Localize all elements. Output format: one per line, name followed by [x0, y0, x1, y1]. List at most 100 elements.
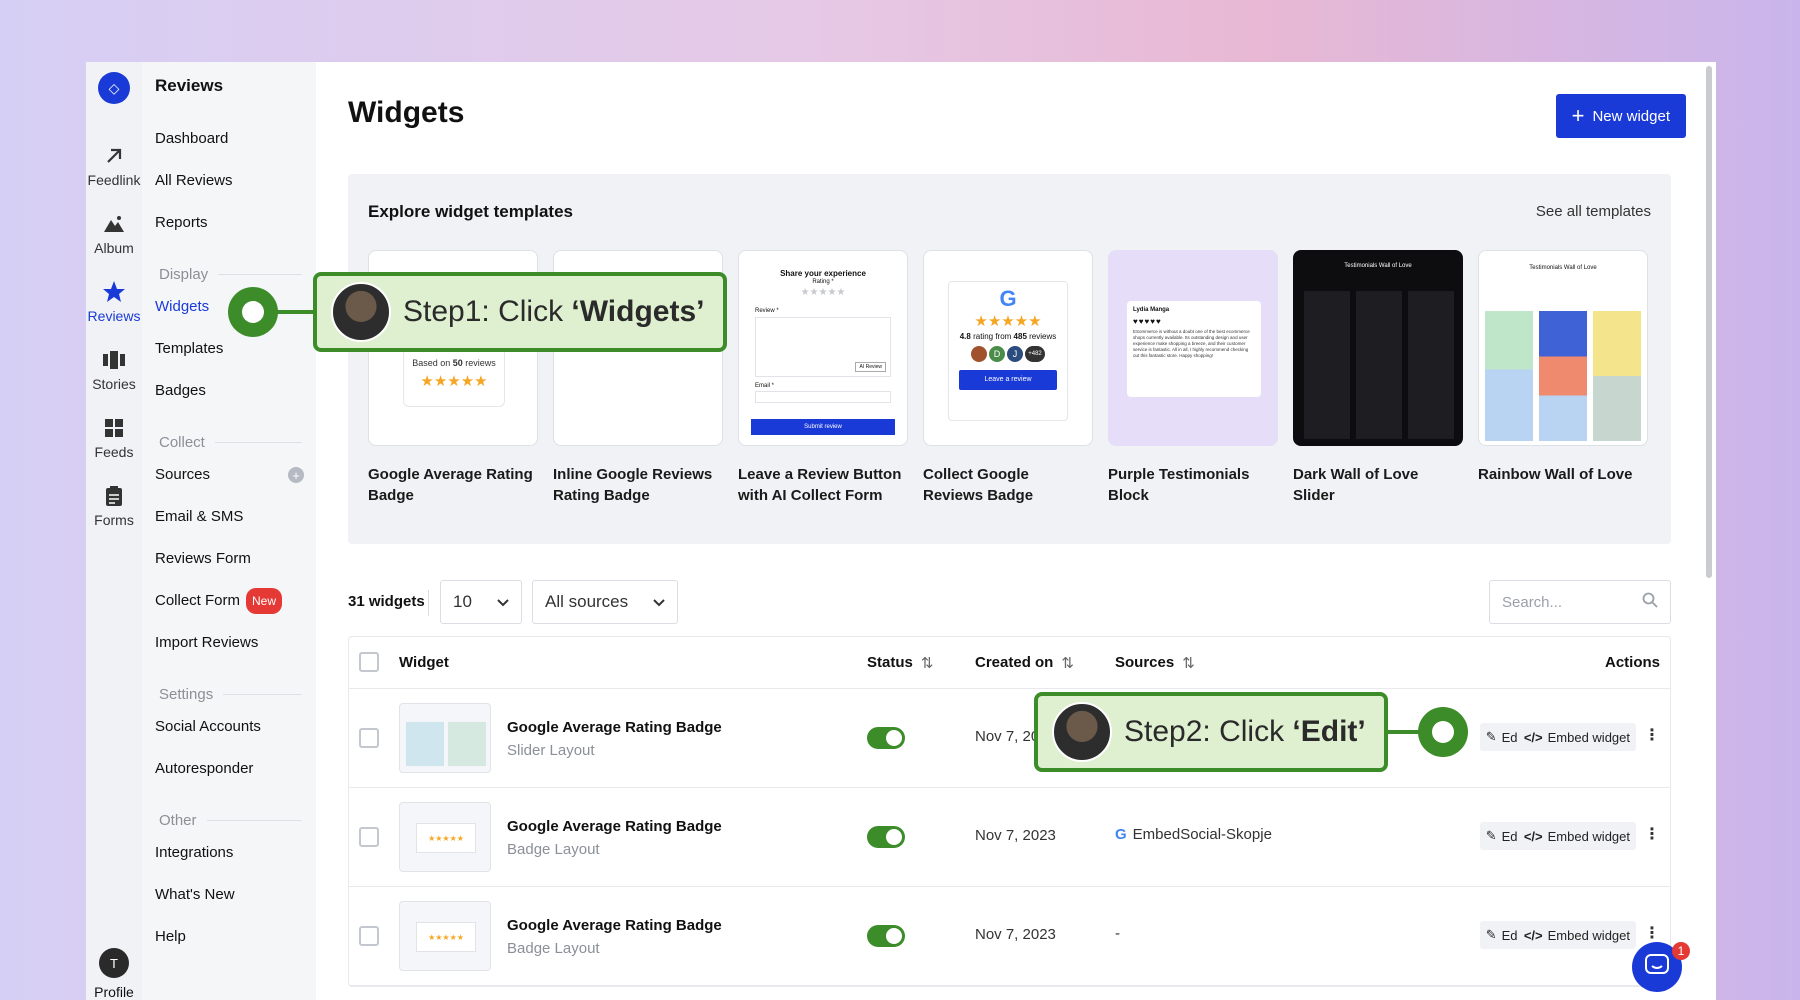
template-card-collect-google[interactable]: G ★★★★★ 4.8 rating from 485 reviews D J …	[923, 250, 1093, 506]
column-sources[interactable]: Sources ⇅	[1115, 654, 1195, 672]
sidebar-item-templates[interactable]: Templates	[142, 328, 316, 370]
embed-widget-button[interactable]: </> Embed widget	[1517, 822, 1636, 850]
template-card-dark-wall[interactable]: Testimonials Wall of Love Dark Wall of L…	[1293, 250, 1463, 506]
template-card-purple-testimonials[interactable]: Lydia Manga ♥♥♥♥♥ ESommerce is without a…	[1108, 250, 1278, 506]
mountain-icon	[102, 212, 126, 236]
new-widget-label: New widget	[1592, 107, 1670, 125]
wall-grid-preview	[1304, 291, 1454, 439]
rail-item-feedlink[interactable]: Feedlink	[88, 144, 140, 188]
per-page-select[interactable]: 10	[440, 580, 522, 624]
sources-filter-select[interactable]: All sources	[532, 580, 678, 624]
ai-review-chip: AI Review	[855, 362, 886, 372]
new-badge: New	[246, 588, 283, 614]
sidebar-item-badges[interactable]: Badges	[142, 370, 316, 412]
widgets-toolbar: 31 widgets 10 All sources Search...	[348, 580, 1671, 624]
sidebar-item-integrations[interactable]: Integrations	[142, 832, 316, 874]
avatar-stack: D J +482	[949, 346, 1067, 362]
template-thumbnail: Lydia Manga ♥♥♥♥♥ ESommerce is without a…	[1108, 250, 1278, 446]
created-date: Nov 7, 2023	[975, 926, 1056, 943]
sidebar-item-email-sms[interactable]: Email & SMS	[142, 496, 316, 538]
rail-item-album[interactable]: Album	[94, 212, 134, 256]
rail-item-forms[interactable]: Forms	[94, 484, 134, 528]
add-source-icon[interactable]: +	[288, 467, 304, 483]
sidebar-item-help[interactable]: Help	[142, 916, 316, 958]
sidebar-item-collect-form[interactable]: Collect Form New	[142, 580, 316, 622]
template-card-leave-review[interactable]: Share your experience Rating * ★★★★★ Rev…	[738, 250, 908, 506]
code-icon: </>	[1523, 828, 1543, 844]
template-name: Collect Google Reviews Badge	[923, 466, 1034, 504]
sidebar-item-autoresponder[interactable]: Autoresponder	[142, 748, 316, 790]
widget-thumbnail: ★★★★★	[399, 901, 491, 971]
presenter-avatar	[331, 282, 391, 342]
profile-label: Profile	[94, 984, 134, 1000]
code-icon: </>	[1523, 729, 1543, 745]
clipboard-icon	[102, 484, 126, 508]
rail-item-reviews[interactable]: Reviews	[88, 280, 140, 324]
row-checkbox[interactable]	[359, 926, 379, 946]
rating-badge-preview: Based on 50 reviews ★★★★★	[403, 347, 505, 407]
embed-widget-button[interactable]: </> Embed widget	[1517, 723, 1636, 751]
widget-name[interactable]: Google Average Rating Badge	[507, 719, 722, 736]
row-checkbox[interactable]	[359, 728, 379, 748]
rail-label-stories: Stories	[92, 376, 136, 392]
select-all-checkbox[interactable]	[359, 652, 379, 672]
row-checkbox[interactable]	[359, 827, 379, 847]
stars-icon: ★★★★★	[420, 373, 488, 390]
sidebar-item-all-reviews[interactable]: All Reviews	[142, 160, 316, 202]
status-toggle[interactable]	[867, 826, 905, 848]
form-preview-textarea: AI Review	[755, 317, 891, 377]
source-name: EmbedSocial-Skopje	[1132, 826, 1272, 843]
new-widget-button[interactable]: + New widget	[1555, 94, 1686, 138]
page-scrollbar[interactable]	[1706, 66, 1712, 578]
sidebar-item-sources[interactable]: Sources +	[142, 454, 316, 496]
template-name: Leave a Review Button with AI Collect Fo…	[738, 466, 902, 504]
search-placeholder: Search...	[1502, 593, 1563, 611]
sidebar-item-reports[interactable]: Reports	[142, 202, 316, 244]
presenter-avatar	[1052, 702, 1112, 762]
more-options-icon[interactable]: ⋮	[1644, 824, 1660, 844]
main-content: Widgets + New widget Explore widget temp…	[316, 62, 1716, 1000]
sidebar-item-reviews-form[interactable]: Reviews Form	[142, 538, 316, 580]
status-toggle[interactable]	[867, 727, 905, 749]
widget-name[interactable]: Google Average Rating Badge	[507, 917, 722, 934]
column-status[interactable]: Status ⇅	[867, 654, 933, 672]
table-header: Widget Status ⇅ Created on ⇅ Sources ⇅ Acti…	[349, 637, 1670, 689]
rail-item-feeds[interactable]: Feeds	[95, 416, 133, 460]
sidebar-item-whats-new[interactable]: What's New	[142, 874, 316, 916]
column-created[interactable]: Created on ⇅	[975, 654, 1074, 672]
table-row: ★★★★★ Google Average Rating Badge Badge …	[349, 887, 1670, 986]
icon-rail: ◇ Feedlink Album Reviews Stories Feeds F…	[86, 62, 142, 1000]
rail-item-stories[interactable]: Stories	[92, 348, 136, 392]
more-options-icon[interactable]: ⋮	[1644, 725, 1660, 745]
nav-section-display: Display	[142, 262, 316, 286]
status-toggle[interactable]	[867, 925, 905, 947]
search-input[interactable]: Search...	[1489, 580, 1671, 624]
grid-icon	[102, 416, 126, 440]
table-row: Google Average Rating Badge Slider Layou…	[349, 689, 1670, 788]
embed-widget-button[interactable]: </> Embed widget	[1517, 921, 1636, 949]
sidebar-item-social-accounts[interactable]: Social Accounts	[142, 706, 316, 748]
rail-label-forms: Forms	[94, 512, 134, 528]
profile-menu[interactable]: T Profile	[94, 948, 134, 1000]
template-name: Dark Wall of Love Slider	[1293, 466, 1419, 504]
widget-name[interactable]: Google Average Rating Badge	[507, 818, 722, 835]
sidebar-item-dashboard[interactable]: Dashboard	[142, 118, 316, 160]
sort-icon: ⇅	[1182, 654, 1195, 672]
sidebar-item-import-reviews[interactable]: Import Reviews	[142, 622, 316, 664]
nav-section-settings: Settings	[142, 682, 316, 706]
template-thumbnail: G ★★★★★ 4.8 rating from 485 reviews D J …	[923, 250, 1093, 446]
arrow-up-right-icon	[102, 144, 126, 168]
template-thumbnail: Share your experience Rating * ★★★★★ Rev…	[738, 250, 908, 446]
more-options-icon[interactable]: ⋮	[1644, 923, 1660, 943]
source-cell: G EmbedSocial-Skopje	[1115, 826, 1272, 843]
app-window: ◇ Feedlink Album Reviews Stories Feeds F…	[86, 62, 1716, 1000]
app-logo-icon[interactable]: ◇	[98, 72, 130, 104]
edit-icon: ✎	[1485, 729, 1497, 744]
column-widget: Widget	[399, 654, 449, 671]
form-preview-email	[755, 391, 891, 403]
google-icon: G	[999, 286, 1017, 311]
see-all-templates-link[interactable]: See all templates	[1536, 203, 1651, 220]
sort-icon: ⇅	[1061, 654, 1074, 672]
per-page-value: 10	[453, 592, 472, 611]
template-card-rainbow-wall[interactable]: Testimonials Wall of Love Rainbow Wall o…	[1478, 250, 1648, 485]
